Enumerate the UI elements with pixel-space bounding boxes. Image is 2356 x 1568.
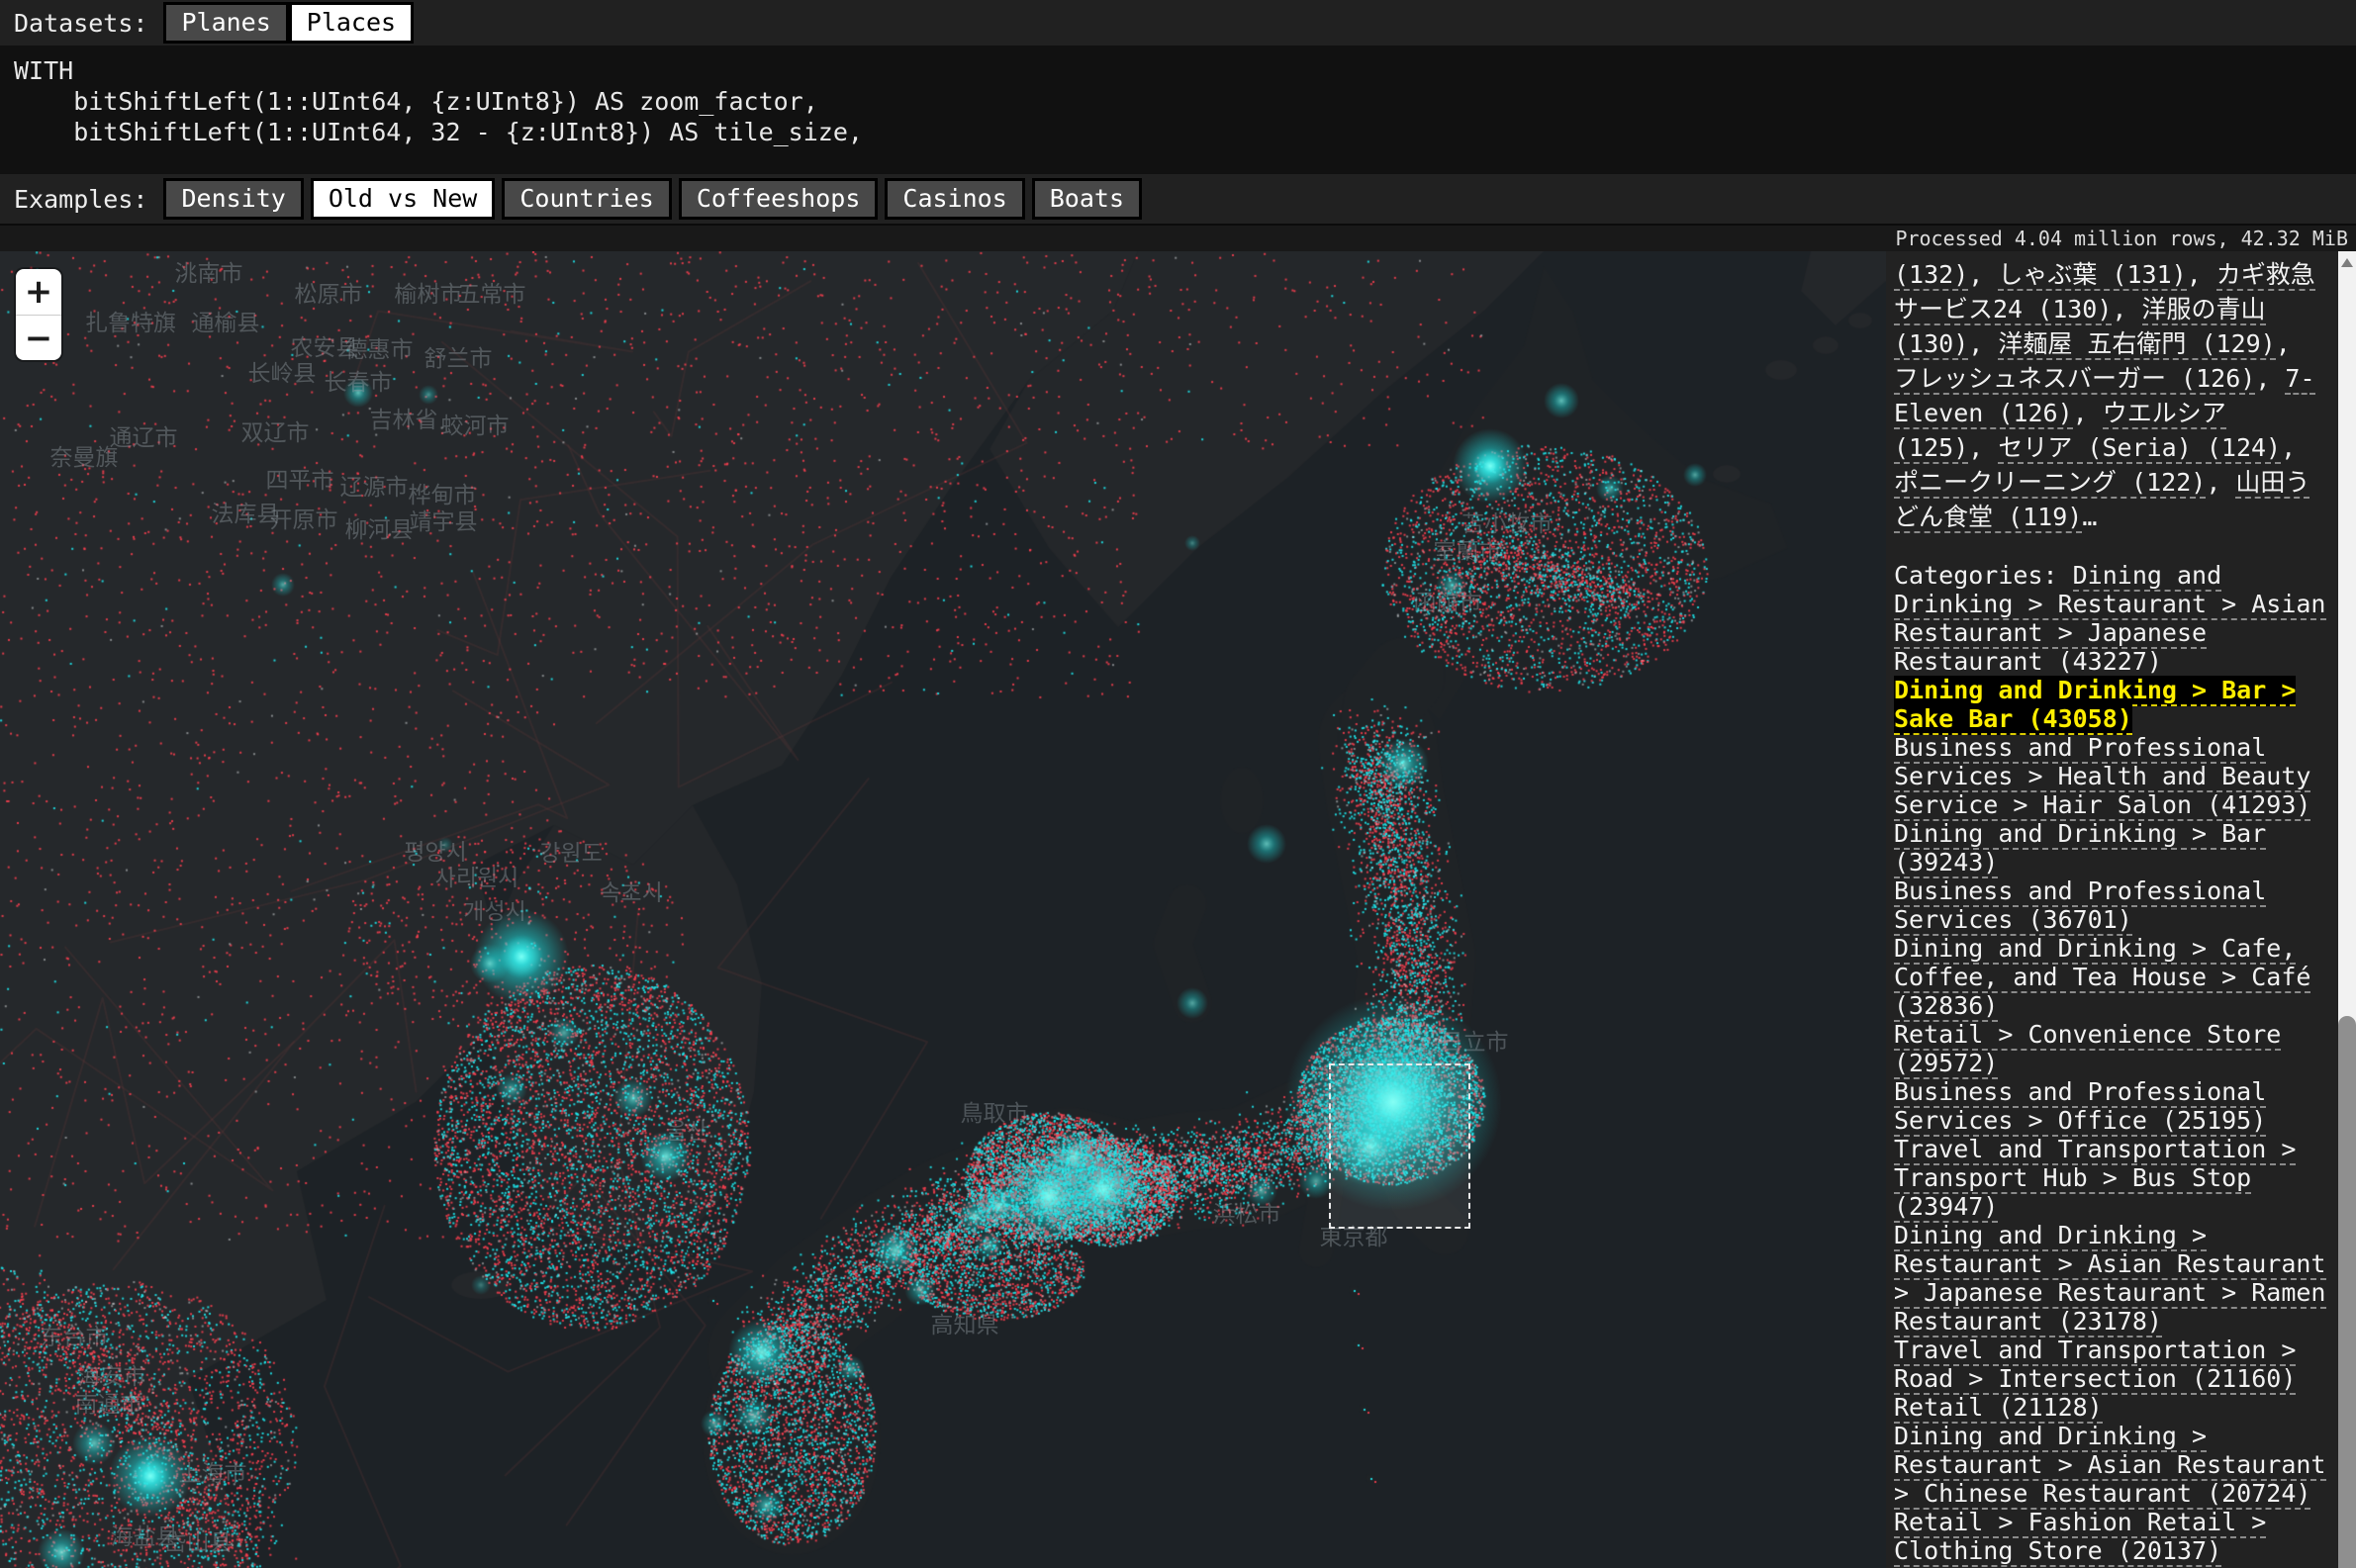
button-coffeeshops[interactable]: Coffeeshops [679, 178, 879, 220]
category-row: Travel and Transportation > Road > Inter… [1894, 1336, 2326, 1393]
examples-bar: Examples: DensityOld vs NewCountriesCoff… [0, 174, 2356, 226]
brand-link[interactable]: フレッシュネスバーガー (126) [1894, 364, 2255, 395]
category-row: Business and Professional Services > Hea… [1894, 733, 2326, 819]
scrollbar-thumb[interactable] [2338, 1016, 2356, 1568]
button-countries[interactable]: Countries [502, 178, 671, 220]
category-link-highlighted[interactable]: Dining and Drinking > Bar > Sake Bar (43… [1894, 676, 2296, 735]
button-places[interactable]: Places [289, 2, 414, 44]
button-old-vs-new[interactable]: Old vs New [311, 178, 496, 220]
examples-label: Examples: [14, 185, 147, 214]
category-row: Retail (21128) [1894, 1393, 2326, 1422]
category-row: Retail > Fashion Retail > Clothing Store… [1894, 1508, 2326, 1565]
category-link[interactable]: Travel and Transportation > Road > Inter… [1894, 1336, 2296, 1395]
datasets-button-group: PlanesPlaces [163, 2, 414, 44]
category-link[interactable]: Travel and Transportation > Transport Hu… [1894, 1135, 2296, 1223]
category-row: Dining and Drinking > Bar (39243) [1894, 819, 2326, 876]
zoom-in-button[interactable]: + [16, 269, 61, 315]
category-row: Dining and Drinking > Restaurant > Asian… [1894, 1422, 2326, 1508]
category-link[interactable]: Dining and Drinking > Restaurant > Asian… [1894, 1422, 2326, 1510]
brand-link[interactable]: セリア (Seria) (124) [1998, 433, 2281, 464]
examples-button-group: DensityOld vs NewCountriesCoffeeshopsCas… [163, 178, 1142, 220]
button-planes[interactable]: Planes [163, 2, 288, 44]
category-link[interactable]: Retail > Convenience Store (29572) [1894, 1020, 2281, 1079]
button-density[interactable]: Density [163, 178, 303, 220]
category-row: Travel and Transportation > Transport Hu… [1894, 1135, 2326, 1221]
map-zoom-control: + − [16, 269, 61, 360]
category-link[interactable]: Retail (21128) [1894, 1393, 2103, 1424]
top-categories-list: Categories: Dining and Drinking > Restau… [1894, 561, 2326, 1568]
category-link[interactable]: Dining and Drinking > Restaurant > Asian… [1894, 1221, 2326, 1337]
datasets-label: Datasets: [14, 9, 147, 38]
category-link[interactable]: Dining and Drinking > Cafe, Coffee, and … [1894, 934, 2310, 1022]
map-viewport[interactable]: 洮南市松原市榆树市五常市扎鲁特旗通榆县农安县德惠市舒兰市长岭县长春市吉林省蛟河市… [0, 251, 1886, 1568]
button-boats[interactable]: Boats [1032, 178, 1142, 220]
category-row: Business and Professional Services (3670… [1894, 876, 2326, 934]
map-canvas[interactable] [0, 251, 1886, 1568]
category-link[interactable]: Business and Professional Services (3670… [1894, 876, 2266, 936]
categories-label: Categories: [1894, 561, 2073, 590]
category-link[interactable]: Dining and Drinking > Bar (39243) [1894, 819, 2266, 878]
top-brands-paragraph: (132), しゃぶ葉 (131), カギ救急サービス24 (130), 洋服の… [1894, 257, 2326, 534]
brand-link[interactable]: しゃぶ葉 (131) [1998, 260, 2186, 291]
map-selection-rectangle[interactable] [1329, 1063, 1470, 1229]
stats-list: (132), しゃぶ葉 (131), カギ救急サービス24 (130), 洋服の… [1886, 251, 2338, 1568]
query-stats-text: Processed 4.04 million rows, 42.32 MiB [1895, 227, 2348, 250]
category-link[interactable]: Business and Professional Services > Hea… [1894, 733, 2310, 821]
category-row: Business and Professional Services > Off… [1894, 1077, 2326, 1135]
stats-sidebar: (132), しゃぶ葉 (131), カギ救急サービス24 (130), 洋服の… [1886, 251, 2356, 1568]
datasets-bar: Datasets: PlanesPlaces [0, 0, 2356, 46]
category-link[interactable]: Business and Professional Services > Off… [1894, 1077, 2266, 1137]
category-link[interactable]: Retail > Fashion Retail > Clothing Store… [1894, 1508, 2266, 1567]
category-row: Dining and Drinking > Cafe, Coffee, and … [1894, 934, 2326, 1020]
sql-editor[interactable]: WITH bitShiftLeft(1::UInt64, {z:UInt8}) … [0, 46, 2356, 174]
status-strip: Processed 4.04 million rows, 42.32 MiB [0, 226, 2356, 251]
category-row: Categories: Dining and Drinking > Restau… [1894, 561, 2326, 676]
brand-link[interactable]: (132) [1894, 260, 1968, 291]
brand-link[interactable]: ポニークリーニング (122) [1894, 468, 2206, 499]
scroll-up-arrow-icon[interactable] [2341, 258, 2353, 267]
main-content: 洮南市松原市榆树市五常市扎鲁特旗通榆县农安县德惠市舒兰市长岭县长春市吉林省蛟河市… [0, 251, 2356, 1568]
zoom-out-button[interactable]: − [16, 315, 61, 360]
category-row: Dining and Drinking > Restaurant > Asian… [1894, 1221, 2326, 1336]
brand-link[interactable]: 洋麺屋 五右衛門 (129) [1998, 329, 2275, 360]
button-casinos[interactable]: Casinos [885, 178, 1024, 220]
category-row: Retail > Convenience Store (29572) [1894, 1020, 2326, 1077]
category-row: Dining and Drinking > Bar > Sake Bar (43… [1894, 676, 2326, 733]
sidebar-scrollbar[interactable] [2338, 251, 2356, 1568]
